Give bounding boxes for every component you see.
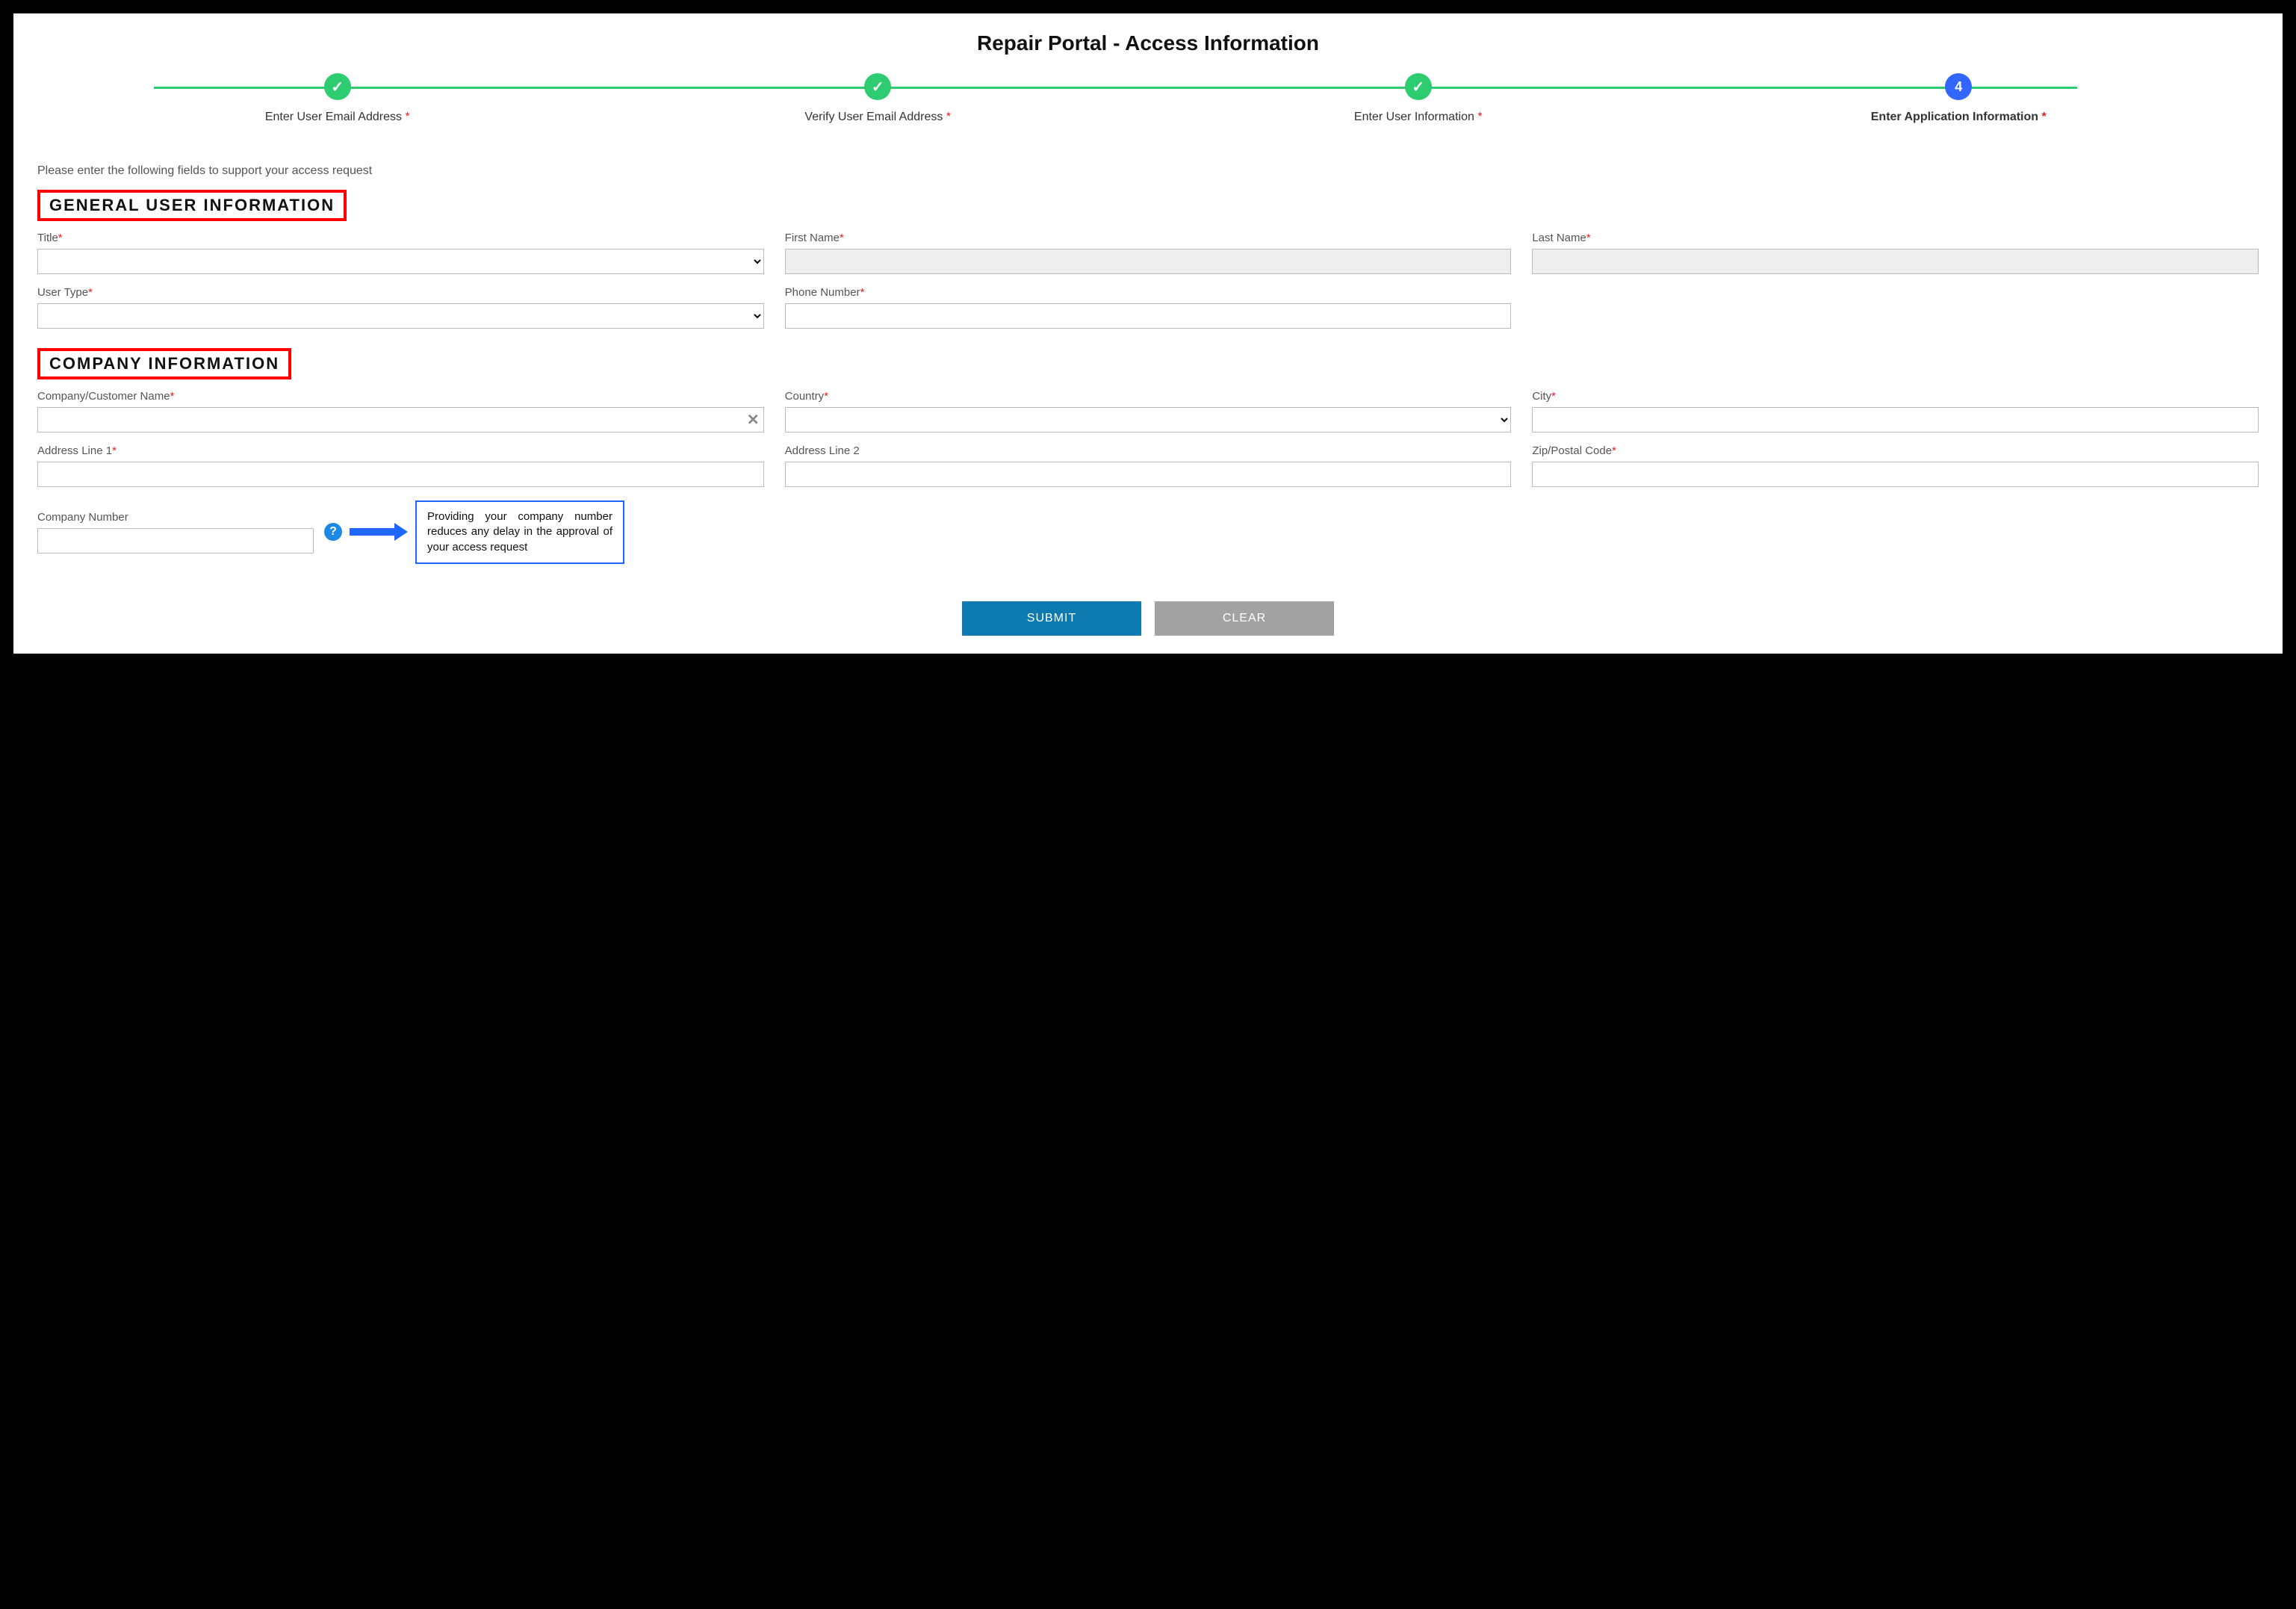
required-asterisk: * (946, 111, 951, 123)
label-user-type: User Type* (37, 286, 764, 299)
field-city: City* (1532, 390, 2259, 433)
label-city: City* (1532, 390, 2259, 403)
label-first-name-text: First Name (785, 232, 840, 244)
address1-input[interactable] (37, 462, 764, 487)
step-2-text: Verify User Email Address (804, 111, 943, 123)
field-zip: Zip/Postal Code* (1532, 444, 2259, 487)
required-asterisk: * (405, 111, 409, 123)
label-country: Country* (785, 390, 1512, 403)
field-user-type: User Type* (37, 286, 764, 329)
required-asterisk: * (1586, 232, 1591, 244)
label-zip: Zip/Postal Code* (1532, 444, 2259, 457)
callout-box: Providing your company number reduces an… (415, 500, 624, 564)
field-first-name: First Name* (785, 232, 1512, 274)
instruction-text: Please enter the following fields to sup… (37, 164, 2259, 178)
step-1-circle: ✓ (324, 73, 351, 100)
company-number-input[interactable] (37, 528, 314, 554)
required-asterisk: * (1612, 444, 1616, 457)
field-country: Country* (785, 390, 1512, 433)
label-user-type-text: User Type (37, 286, 88, 299)
field-address1: Address Line 1* (37, 444, 764, 487)
label-company-number-text: Company Number (37, 511, 128, 524)
label-address1-text: Address Line 1 (37, 444, 112, 457)
required-asterisk: * (1551, 390, 1556, 403)
label-company-name: Company/Customer Name* (37, 390, 764, 403)
check-icon: ✓ (331, 78, 344, 96)
step-4-text: Enter Application Information (1871, 111, 2038, 123)
label-zip-text: Zip/Postal Code (1532, 444, 1612, 457)
city-input[interactable] (1532, 407, 2259, 433)
required-asterisk: * (840, 232, 844, 244)
address2-input[interactable] (785, 462, 1512, 487)
step-3-text: Enter User Information (1354, 111, 1474, 123)
user-type-select[interactable] (37, 303, 764, 329)
step-4: 4 Enter Application Information * (1689, 73, 2230, 124)
label-first-name: First Name* (785, 232, 1512, 244)
title-select[interactable] (37, 249, 764, 274)
arrow-icon (350, 523, 408, 541)
required-asterisk: * (2042, 111, 2047, 123)
step-4-number: 4 (1955, 79, 1962, 95)
required-asterisk: * (112, 444, 117, 457)
page-title: Repair Portal - Access Information (37, 31, 2259, 55)
field-last-name: Last Name* (1532, 232, 2259, 274)
section-title-company: COMPANY INFORMATION (37, 348, 291, 379)
step-3-circle: ✓ (1405, 73, 1432, 100)
label-company-name-text: Company/Customer Name (37, 390, 170, 403)
country-select[interactable] (785, 407, 1512, 433)
first-name-input[interactable] (785, 249, 1512, 274)
label-company-number: Company Number (37, 511, 314, 524)
label-country-text: Country (785, 390, 825, 403)
required-asterisk: * (88, 286, 93, 299)
label-last-name-text: Last Name (1532, 232, 1586, 244)
required-asterisk: * (170, 390, 175, 403)
label-title-text: Title (37, 232, 58, 244)
step-3: ✓ Enter User Information * (1148, 73, 1689, 124)
check-icon: ✓ (872, 78, 884, 96)
clear-button[interactable]: CLEAR (1155, 601, 1334, 636)
step-1: ✓ Enter User Email Address * (67, 73, 608, 124)
label-address2: Address Line 2 (785, 444, 1512, 457)
step-2: ✓ Verify User Email Address * (608, 73, 1149, 124)
section-title-general: GENERAL USER INFORMATION (37, 190, 347, 221)
zip-input[interactable] (1532, 462, 2259, 487)
label-address1: Address Line 1* (37, 444, 764, 457)
field-title: Title* (37, 232, 764, 274)
last-name-input[interactable] (1532, 249, 2259, 274)
phone-input[interactable] (785, 303, 1512, 329)
label-title: Title* (37, 232, 764, 244)
required-asterisk: * (1477, 111, 1482, 123)
label-phone-text: Phone Number (785, 286, 860, 299)
field-company-number: Company Number (37, 511, 314, 554)
label-city-text: City (1532, 390, 1551, 403)
company-name-input[interactable] (37, 407, 764, 433)
step-2-circle: ✓ (864, 73, 891, 100)
label-phone: Phone Number* (785, 286, 1512, 299)
step-2-label: Verify User Email Address * (608, 111, 1149, 124)
required-asterisk: * (860, 286, 865, 299)
step-4-label: Enter Application Information * (1689, 111, 2230, 124)
progress-stepper: ✓ Enter User Email Address * ✓ Verify Us… (67, 73, 2229, 127)
check-icon: ✓ (1412, 78, 1424, 96)
label-last-name: Last Name* (1532, 232, 2259, 244)
help-icon[interactable]: ? (324, 523, 342, 541)
label-address2-text: Address Line 2 (785, 444, 860, 457)
step-1-label: Enter User Email Address * (67, 111, 608, 124)
clear-x-icon[interactable]: ✕ (747, 411, 760, 430)
submit-button[interactable]: SUBMIT (962, 601, 1141, 636)
step-1-text: Enter User Email Address (265, 111, 402, 123)
field-company-name: Company/Customer Name* ✕ (37, 390, 764, 433)
step-4-circle: 4 (1945, 73, 1972, 100)
field-phone: Phone Number* (785, 286, 1512, 329)
step-3-label: Enter User Information * (1148, 111, 1689, 124)
field-address2: Address Line 2 (785, 444, 1512, 487)
required-asterisk: * (824, 390, 828, 403)
required-asterisk: * (58, 232, 63, 244)
